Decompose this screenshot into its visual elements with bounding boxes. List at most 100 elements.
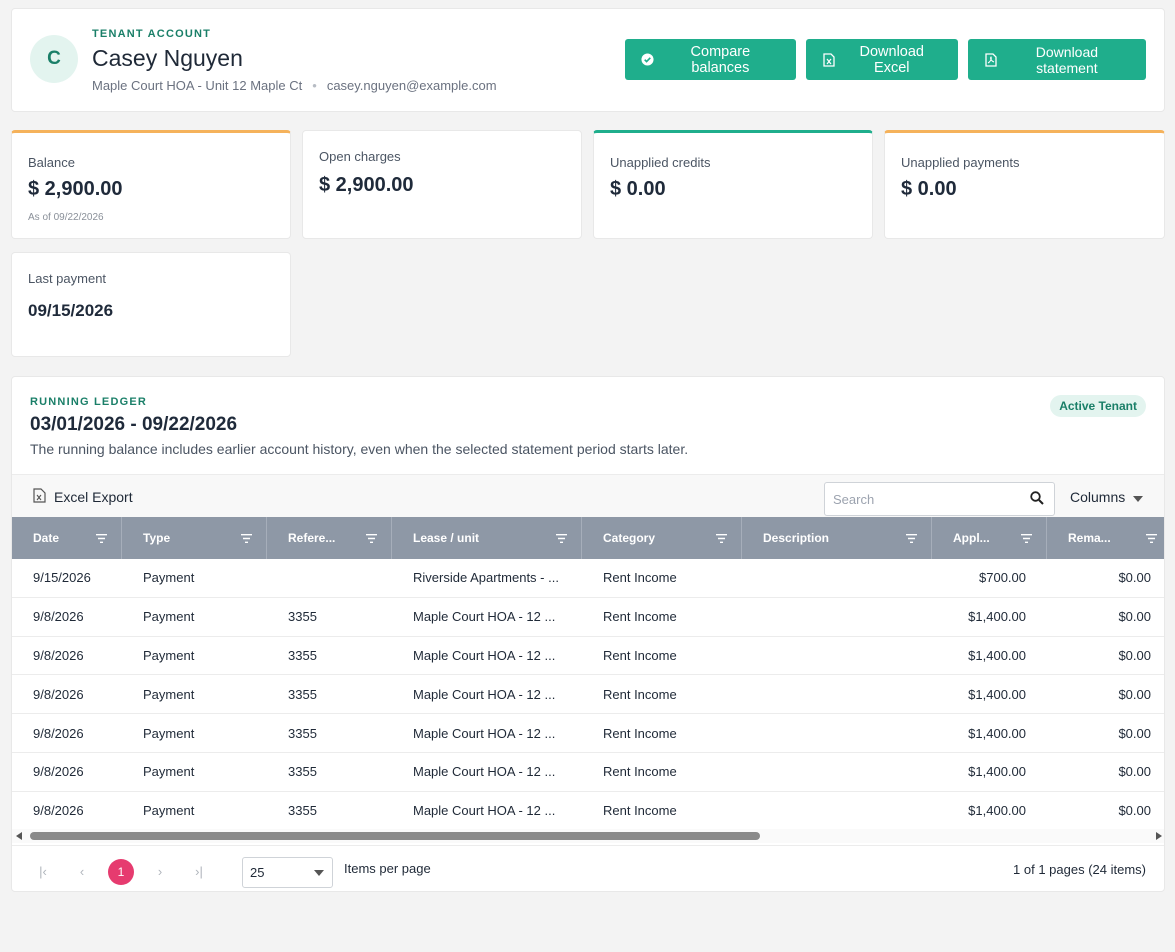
stat-label: Unapplied credits xyxy=(610,155,711,170)
table-cell: $0.00 xyxy=(1118,570,1151,586)
stat-value: $ 0.00 xyxy=(610,178,666,200)
filter-icon[interactable] xyxy=(556,532,567,546)
check-circle-icon xyxy=(641,53,655,67)
table-cell: 9/8/2026 xyxy=(33,609,84,625)
column-header-label: Refere... xyxy=(288,531,336,545)
filter-icon[interactable] xyxy=(1146,532,1157,546)
pdf-file-icon xyxy=(984,52,998,67)
column-header[interactable]: Rema... xyxy=(1047,517,1164,559)
column-header[interactable]: Type xyxy=(122,517,267,559)
table-cell: Rent Income xyxy=(603,647,677,663)
table-row[interactable]: 9/8/2026 Payment 3355 Maple Court HOA - 12 … xyxy=(12,792,1164,831)
table-cell: 9/15/2026 xyxy=(33,570,91,586)
table-cell: Payment xyxy=(143,609,195,625)
columns-button[interactable]: Columns xyxy=(1070,489,1144,505)
table-cell: $1,400.00 xyxy=(968,609,1026,625)
search-input[interactable] xyxy=(825,483,1015,515)
stat-value: $ 2,900.00 xyxy=(319,174,414,196)
table-row[interactable]: 9/8/2026 Payment 3355 Maple Court HOA - 12 … xyxy=(12,714,1164,753)
page-size-select[interactable]: 25 xyxy=(242,857,333,888)
table-row[interactable]: 9/8/2026 Payment 3355 Maple Court HOA - 12 … xyxy=(12,598,1164,637)
table-cell: $0.00 xyxy=(1118,647,1151,663)
status-badge: Active Tenant xyxy=(1050,395,1146,417)
excel-export-label: Excel Export xyxy=(54,489,133,505)
table-cell: Maple Court HOA - 12 ... xyxy=(413,686,556,702)
filter-icon[interactable] xyxy=(366,532,377,546)
filter-icon[interactable] xyxy=(96,532,107,546)
items-per-page-label: Items per page xyxy=(344,861,431,876)
stat-value: $ 2,900.00 xyxy=(28,178,123,200)
download-excel-button[interactable]: Download Excel xyxy=(806,39,958,80)
stat-label: Last payment xyxy=(28,271,107,286)
prev-page-button[interactable]: ‹ xyxy=(72,861,92,881)
table-row[interactable]: 9/8/2026 Payment 3355 Maple Court HOA - 12 … xyxy=(12,637,1164,676)
filter-icon[interactable] xyxy=(241,532,252,546)
table-cell: Rent Income xyxy=(603,803,677,819)
filter-icon[interactable] xyxy=(716,532,727,546)
column-header[interactable]: Lease / unit xyxy=(392,517,582,559)
search-icon[interactable] xyxy=(1030,491,1044,510)
table-row[interactable]: 9/8/2026 Payment 3355 Maple Court HOA - 12 … xyxy=(12,675,1164,715)
tenant-email: casey.nguyen@example.com xyxy=(326,78,497,93)
table-cell: $1,400.00 xyxy=(968,764,1026,780)
stat-unapplied-credits: Unapplied credits $ 0.00 xyxy=(593,130,873,239)
chevron-down-icon xyxy=(314,870,324,876)
stat-last-payment: Last payment 09/15/2026 xyxy=(11,252,291,357)
first-page-button[interactable]: |‹ xyxy=(33,861,53,881)
stat-label: Open charges xyxy=(319,149,401,164)
current-page-button[interactable]: 1 xyxy=(108,859,134,885)
table-cell: $1,400.00 xyxy=(968,803,1026,819)
column-header[interactable]: Appl... xyxy=(932,517,1047,559)
table-cell: $1,400.00 xyxy=(968,647,1026,663)
column-header-label: Appl... xyxy=(953,531,990,545)
stat-value: $ 0.00 xyxy=(901,178,957,200)
scroll-right-icon[interactable] xyxy=(1156,832,1162,840)
search-box xyxy=(824,482,1055,516)
download-excel-label: Download Excel xyxy=(859,43,925,76)
table-cell: $700.00 xyxy=(979,570,1026,586)
table-row[interactable]: 9/8/2026 Payment 3355 Maple Court HOA - 12 … xyxy=(12,753,1164,792)
column-header-label: Description xyxy=(763,531,830,545)
tenant-property: Maple Court HOA - Unit 12 Maple Ct xyxy=(92,78,303,93)
table-cell: 9/8/2026 xyxy=(33,764,84,780)
table-cell: $1,400.00 xyxy=(968,725,1026,741)
ledger-eyebrow: RUNNING LEDGER xyxy=(30,396,148,408)
grid-body: 9/15/2026 Payment Riverside Apartments - .… xyxy=(12,559,1164,831)
column-header-label: Lease / unit xyxy=(413,531,480,545)
table-cell: 9/8/2026 xyxy=(33,647,84,663)
next-page-button[interactable]: › xyxy=(150,861,170,881)
scrollbar-thumb[interactable] xyxy=(30,832,760,840)
meta-separator: • xyxy=(312,78,317,93)
stat-balance: Balance $ 2,900.00 As of 09/22/2026 xyxy=(11,130,291,239)
horizontal-scrollbar[interactable] xyxy=(12,829,1164,843)
column-header[interactable]: Date xyxy=(12,517,122,559)
column-header-label: Date xyxy=(33,531,60,545)
column-header[interactable]: Category xyxy=(582,517,742,559)
stat-open-charges: Open charges $ 2,900.00 xyxy=(302,130,582,239)
filter-icon[interactable] xyxy=(906,532,917,546)
tenant-meta: Maple Court HOA - Unit 12 Maple Ct • cas… xyxy=(92,78,497,93)
table-cell: 3355 xyxy=(288,803,317,819)
pager-info: 1 of 1 pages (24 items) xyxy=(1013,862,1146,877)
excel-export-button[interactable]: Excel Export xyxy=(33,488,133,506)
last-page-button[interactable]: ›| xyxy=(189,861,209,881)
page-size-value: 25 xyxy=(250,865,265,880)
compare-balances-button[interactable]: Compare balances xyxy=(625,39,796,80)
chevron-down-icon xyxy=(1133,489,1144,505)
stat-subtext: As of 09/22/2026 xyxy=(28,212,104,223)
table-cell: Payment xyxy=(143,686,195,702)
column-header[interactable]: Refere... xyxy=(267,517,392,559)
tenant-header: C TENANT ACCOUNT Casey Nguyen Maple Cour… xyxy=(11,8,1165,112)
column-header[interactable]: Description xyxy=(742,517,932,559)
table-row[interactable]: 9/15/2026 Payment Riverside Apartments - .… xyxy=(12,559,1164,598)
table-cell: 9/8/2026 xyxy=(33,803,84,819)
table-cell: 3355 xyxy=(288,686,317,702)
table-cell: $0.00 xyxy=(1118,803,1151,819)
scroll-left-icon[interactable] xyxy=(16,832,22,840)
download-statement-button[interactable]: Download statement xyxy=(968,39,1146,80)
columns-label: Columns xyxy=(1070,489,1126,505)
grid-header: Date Type Refere... Lease / unit Category Des… xyxy=(12,517,1164,559)
table-cell: Payment xyxy=(143,570,195,586)
table-cell: Maple Court HOA - 12 ... xyxy=(413,764,556,780)
filter-icon[interactable] xyxy=(1021,532,1032,546)
